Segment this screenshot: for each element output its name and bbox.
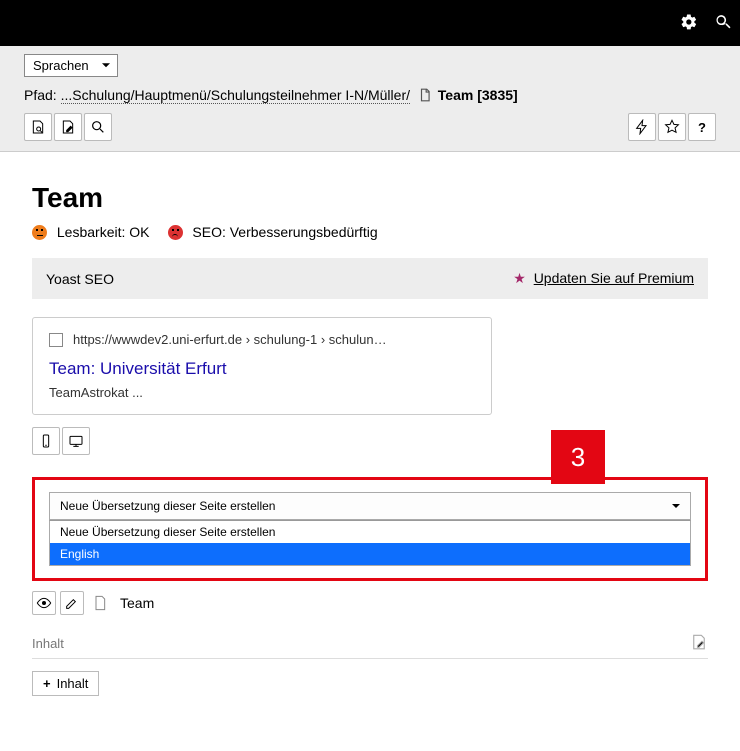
page-toolbar: ? [24, 105, 716, 151]
yoast-title: Yoast SEO [46, 271, 114, 287]
view-icon[interactable] [32, 591, 56, 615]
star-icon: ★ [513, 270, 526, 286]
content-edit-icon[interactable] [690, 633, 708, 654]
snippet-description: TeamAstrokat ... [49, 385, 475, 400]
snippet-title[interactable]: Team: Universität Erfurt [49, 359, 475, 379]
translation-option[interactable]: English [50, 543, 690, 565]
bookmark-button[interactable] [658, 113, 686, 141]
add-content-label: Inhalt [57, 676, 89, 691]
main-content: Team Lesbarkeit: OK SEO: Verbesserungsbe… [0, 152, 740, 716]
badge-holder: 3 Neue Übersetzung dieser Seite erstelle… [32, 427, 708, 581]
content-section-header: Inhalt [32, 633, 708, 659]
translation-dropdown-area: 3 Neue Übersetzung dieser Seite erstelle… [32, 477, 708, 581]
snippet-url: https://wwwdev2.uni-erfurt.de › schulung… [73, 332, 387, 347]
gear-icon[interactable] [680, 13, 698, 34]
device-preview-tabs [32, 427, 708, 455]
translation-select[interactable]: Neue Übersetzung dieser Seite erstellen [49, 492, 691, 520]
desktop-preview-button[interactable] [62, 427, 90, 455]
breadcrumb-current: Team [3835] [438, 87, 518, 103]
page-title: Team [32, 182, 708, 214]
page-icon [418, 88, 432, 105]
edit-icon[interactable] [60, 591, 84, 615]
sub-header: Sprachen Pfad: ...Schulung/Hauptmenü/Sch… [0, 46, 740, 152]
yoast-premium-link[interactable]: ★ Updaten Sie auf Premium [513, 270, 694, 287]
readability-status: Lesbarkeit: OK [32, 224, 150, 240]
app-topbar [0, 0, 740, 46]
clear-cache-button[interactable] [628, 113, 656, 141]
snippet-preview: https://wwwdev2.uni-erfurt.de › schulung… [32, 317, 492, 415]
content-heading: Inhalt [32, 636, 64, 651]
mobile-preview-button[interactable] [32, 427, 60, 455]
plus-icon: + [43, 676, 51, 691]
yoast-bar: Yoast SEO ★ Updaten Sie auf Premium [32, 258, 708, 299]
seo-status: SEO: Verbesserungsbedürftig [168, 224, 378, 240]
subnode-label: Team [120, 595, 154, 611]
breadcrumb-path[interactable]: ...Schulung/Hauptmenü/Schulungsteilnehme… [61, 87, 410, 104]
annotation-badge: 3 [551, 430, 605, 484]
view-page-button[interactable] [24, 113, 52, 141]
edit-page-button[interactable] [54, 113, 82, 141]
status-row: Lesbarkeit: OK SEO: Verbesserungsbedürft… [32, 224, 708, 240]
search-icon[interactable] [714, 13, 732, 34]
readability-ok-icon [32, 225, 47, 240]
chevron-down-icon [672, 504, 680, 512]
language-select[interactable]: Sprachen [24, 54, 118, 77]
snippet-checkbox[interactable] [49, 333, 63, 347]
help-button[interactable]: ? [688, 113, 716, 141]
breadcrumb-label: Pfad: [24, 87, 57, 103]
breadcrumb: Pfad: ...Schulung/Hauptmenü/Schulungstei… [24, 87, 716, 105]
translation-option[interactable]: Neue Übersetzung dieser Seite erstellen [50, 521, 690, 543]
search-button[interactable] [84, 113, 112, 141]
subnode-row: Team [32, 591, 708, 615]
add-content-button[interactable]: + Inhalt [32, 671, 99, 696]
page-icon [88, 591, 112, 615]
seo-bad-icon [168, 225, 183, 240]
translation-select-value: Neue Übersetzung dieser Seite erstellen [60, 499, 275, 513]
translation-select-options: Neue Übersetzung dieser Seite erstellen … [49, 520, 691, 566]
